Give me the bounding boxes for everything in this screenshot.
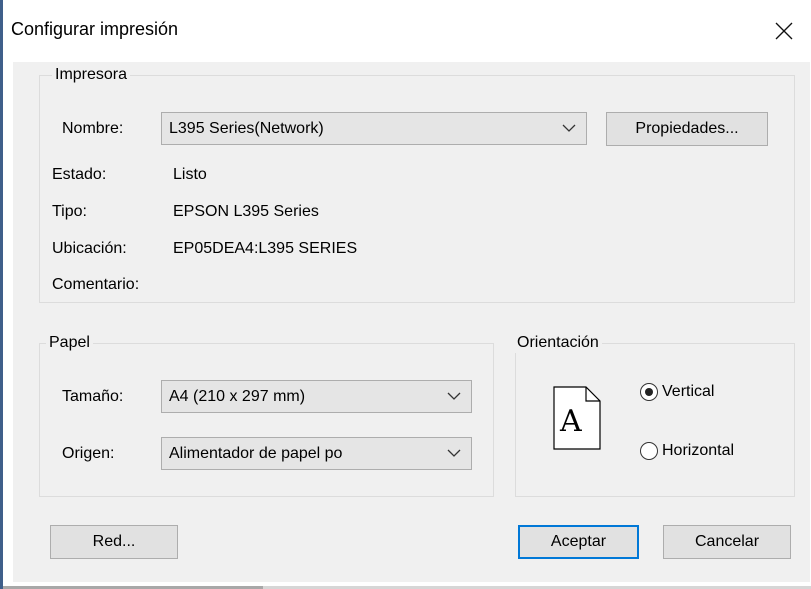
paper-source-label: Origen: bbox=[62, 445, 115, 462]
network-button[interactable]: Red... bbox=[50, 525, 178, 559]
cancel-button[interactable]: Cancelar bbox=[663, 525, 791, 559]
portrait-radio[interactable]: Vertical bbox=[640, 383, 714, 401]
landscape-radio[interactable]: Horizontal bbox=[640, 442, 734, 460]
orientation-group: Orientación A Vertical Horizontal bbox=[514, 333, 795, 497]
radio-selected-icon bbox=[640, 383, 658, 401]
landscape-radio-label: Horizontal bbox=[662, 442, 735, 459]
dialog-body: Impresora Nombre: L395 Series(Network) P… bbox=[13, 62, 810, 582]
printer-group-legend: Impresora bbox=[52, 65, 131, 85]
close-button[interactable] bbox=[761, 9, 807, 53]
printer-type-label: Tipo: bbox=[52, 203, 87, 220]
paper-size-label: Tamaño: bbox=[62, 388, 124, 405]
chevron-down-icon bbox=[447, 392, 461, 400]
paper-source-select[interactable]: Alimentador de papel po bbox=[161, 437, 472, 470]
printer-comment-label: Comentario: bbox=[52, 276, 140, 293]
printer-location-label: Ubicación: bbox=[52, 240, 127, 257]
paper-group-legend: Papel bbox=[46, 333, 93, 353]
printer-status-value: Listo bbox=[173, 166, 207, 183]
print-setup-dialog: Configurar impresión Impresora Nombre: L… bbox=[3, 0, 811, 586]
portrait-radio-label: Vertical bbox=[662, 383, 715, 400]
paper-source-value: Alimentador de papel po bbox=[169, 445, 343, 462]
printer-status-label: Estado: bbox=[52, 166, 107, 183]
printer-name-select[interactable]: L395 Series(Network) bbox=[161, 112, 587, 145]
ok-button[interactable]: Aceptar bbox=[518, 525, 639, 559]
printer-group: Impresora Nombre: L395 Series(Network) P… bbox=[39, 65, 795, 303]
radio-unselected-icon bbox=[640, 442, 658, 460]
printer-type-value: EPSON L395 Series bbox=[173, 203, 319, 220]
printer-location-value: EP05DEA4:L395 SERIES bbox=[173, 240, 358, 257]
properties-button[interactable]: Propiedades... bbox=[606, 112, 768, 146]
chevron-down-icon bbox=[447, 449, 461, 457]
paper-group: Papel Tamaño: A4 (210 x 297 mm) Origen: … bbox=[39, 333, 494, 497]
title-bar: Configurar impresión bbox=[3, 0, 811, 62]
chevron-down-icon bbox=[562, 124, 576, 132]
page-preview-letter: A bbox=[559, 404, 582, 439]
paper-size-value: A4 (210 x 297 mm) bbox=[169, 388, 306, 405]
paper-size-select[interactable]: A4 (210 x 297 mm) bbox=[161, 380, 472, 413]
close-icon bbox=[775, 22, 793, 40]
dialog-title: Configurar impresión bbox=[11, 19, 179, 39]
printer-name-value: L395 Series(Network) bbox=[169, 120, 324, 137]
printer-name-label: Nombre: bbox=[62, 120, 124, 137]
orientation-group-legend: Orientación bbox=[514, 333, 602, 353]
portrait-page-icon: A bbox=[553, 386, 601, 450]
